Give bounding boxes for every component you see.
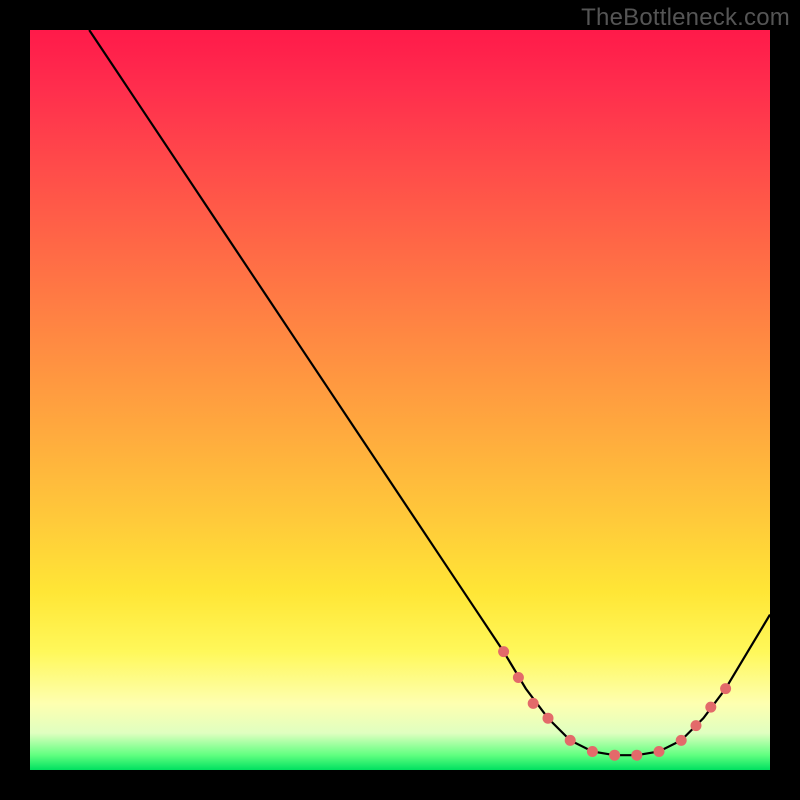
marker-dot — [498, 646, 509, 657]
bottleneck-chart-svg — [30, 30, 770, 770]
marker-dot — [565, 735, 576, 746]
bottleneck-curve — [89, 30, 770, 755]
marker-dot — [654, 746, 665, 757]
marker-dot — [676, 735, 687, 746]
watermark-text: TheBottleneck.com — [581, 4, 790, 32]
marker-dot — [609, 750, 620, 761]
chart-container: TheBottleneck.com — [0, 0, 800, 800]
marker-dot — [691, 720, 702, 731]
marker-dot — [587, 746, 598, 757]
marker-dot — [705, 702, 716, 713]
optimal-range-markers — [498, 646, 731, 761]
marker-dot — [528, 698, 539, 709]
marker-dot — [631, 750, 642, 761]
marker-dot — [543, 713, 554, 724]
plot-area — [30, 30, 770, 770]
marker-dot — [720, 683, 731, 694]
marker-dot — [513, 672, 524, 683]
